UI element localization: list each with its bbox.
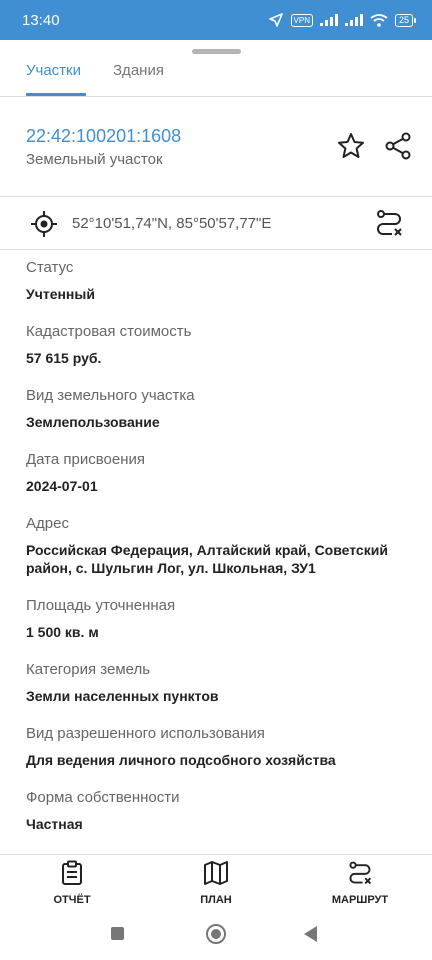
field-assign-date: Дата присвоения 2024-07-01 [26,450,416,495]
route-icon [349,861,372,885]
favorite-button[interactable] [336,131,366,161]
field-label: Статус [26,259,74,276]
field-status: Статус Учтенный [26,258,416,303]
signal-icon-2 [344,14,363,26]
details-list: Статус Учтенный Кадастровая стоимость 57… [26,258,416,854]
star-icon [338,133,364,158]
field-value: Учтенный [26,286,95,302]
bottom-navigation: ОТЧЁТ ПЛАН МАРШРУТ [0,854,432,908]
route-button-top[interactable] [374,208,404,238]
field-cadastral-value: Кадастровая стоимость 57 615 руб. [26,322,416,367]
map-icon [204,861,228,885]
status-bar: 13:40 VPN 25 [0,0,432,40]
report-button[interactable]: ОТЧЁТ [27,860,117,908]
field-value: Частная [26,816,83,832]
field-ownership: Форма собственности Частная [26,788,416,833]
route-label: МАРШРУТ [331,894,389,906]
field-value: Земли населенных пунктов [26,688,219,704]
locate-button[interactable] [30,210,58,238]
recent-apps-button[interactable] [111,927,124,940]
field-label: Адрес [26,515,69,532]
field-value: 2024-07-01 [26,478,98,494]
field-value: Для ведения личного подсобного хозяйства [26,752,336,768]
plan-label: ПЛАН [200,894,232,906]
field-parcel-kind: Вид земельного участка Землепользование [26,386,416,431]
route-icon [377,210,402,236]
field-label: Форма собственности [26,789,180,806]
tab-active-indicator [26,93,86,96]
field-value: Российская Федерация, Алтайский край, Со… [26,542,388,576]
field-address: Адрес Российская Федерация, Алтайский кр… [26,514,416,577]
status-time: 13:40 [22,11,60,29]
object-header: 22:42:100201:1608 Земельный участок [0,98,432,197]
share-icon [385,132,411,160]
tab-buildings[interactable]: Здания [113,62,164,96]
cadastral-number[interactable]: 22:42:100201:1608 [26,126,181,147]
wifi-icon [370,13,388,27]
share-button[interactable] [383,131,413,161]
coordinates-text[interactable]: 52°10'51,74"N, 85°50'57,77"E [72,215,271,232]
field-value: 57 615 руб. [26,350,102,366]
home-button[interactable] [206,924,226,944]
route-button[interactable]: МАРШРУТ [315,860,405,908]
location-arrow-icon [268,13,283,27]
field-label: Категория земель [26,661,151,678]
plan-button[interactable]: ПЛАН [171,860,261,908]
field-value: Землепользование [26,414,160,430]
field-label: Вид разрешенного использования [26,725,265,742]
object-type: Земельный участок [26,151,163,168]
gps-crosshair-icon [31,211,57,237]
signal-icon [319,14,338,26]
clipboard-icon [62,860,82,885]
report-label: ОТЧЁТ [53,894,91,906]
field-label: Вид земельного участка [26,387,195,404]
vpn-badge: VPN [290,13,313,27]
field-permitted-use: Вид разрешенного использования Для веден… [26,724,416,769]
tab-bar: Участки Здания [0,56,432,97]
system-navigation-bar [0,908,432,960]
status-icons: VPN 25 [268,12,416,28]
field-label: Кадастровая стоимость [26,323,192,340]
field-label: Дата присвоения [26,451,145,468]
sheet-drag-handle[interactable] [192,49,241,54]
field-area: Площадь уточненная 1 500 кв. м [26,596,416,641]
battery-level: 25 [394,13,413,27]
back-button[interactable] [304,926,317,942]
tab-parcels[interactable]: Участки [26,62,81,96]
battery-icon: 25 [394,13,416,27]
coordinates-row: 52°10'51,74"N, 85°50'57,77"E [0,198,432,250]
field-land-category: Категория земель Земли населенных пункто… [26,660,416,705]
field-label: Площадь уточненная [26,597,176,614]
field-value: 1 500 кв. м [26,624,99,640]
